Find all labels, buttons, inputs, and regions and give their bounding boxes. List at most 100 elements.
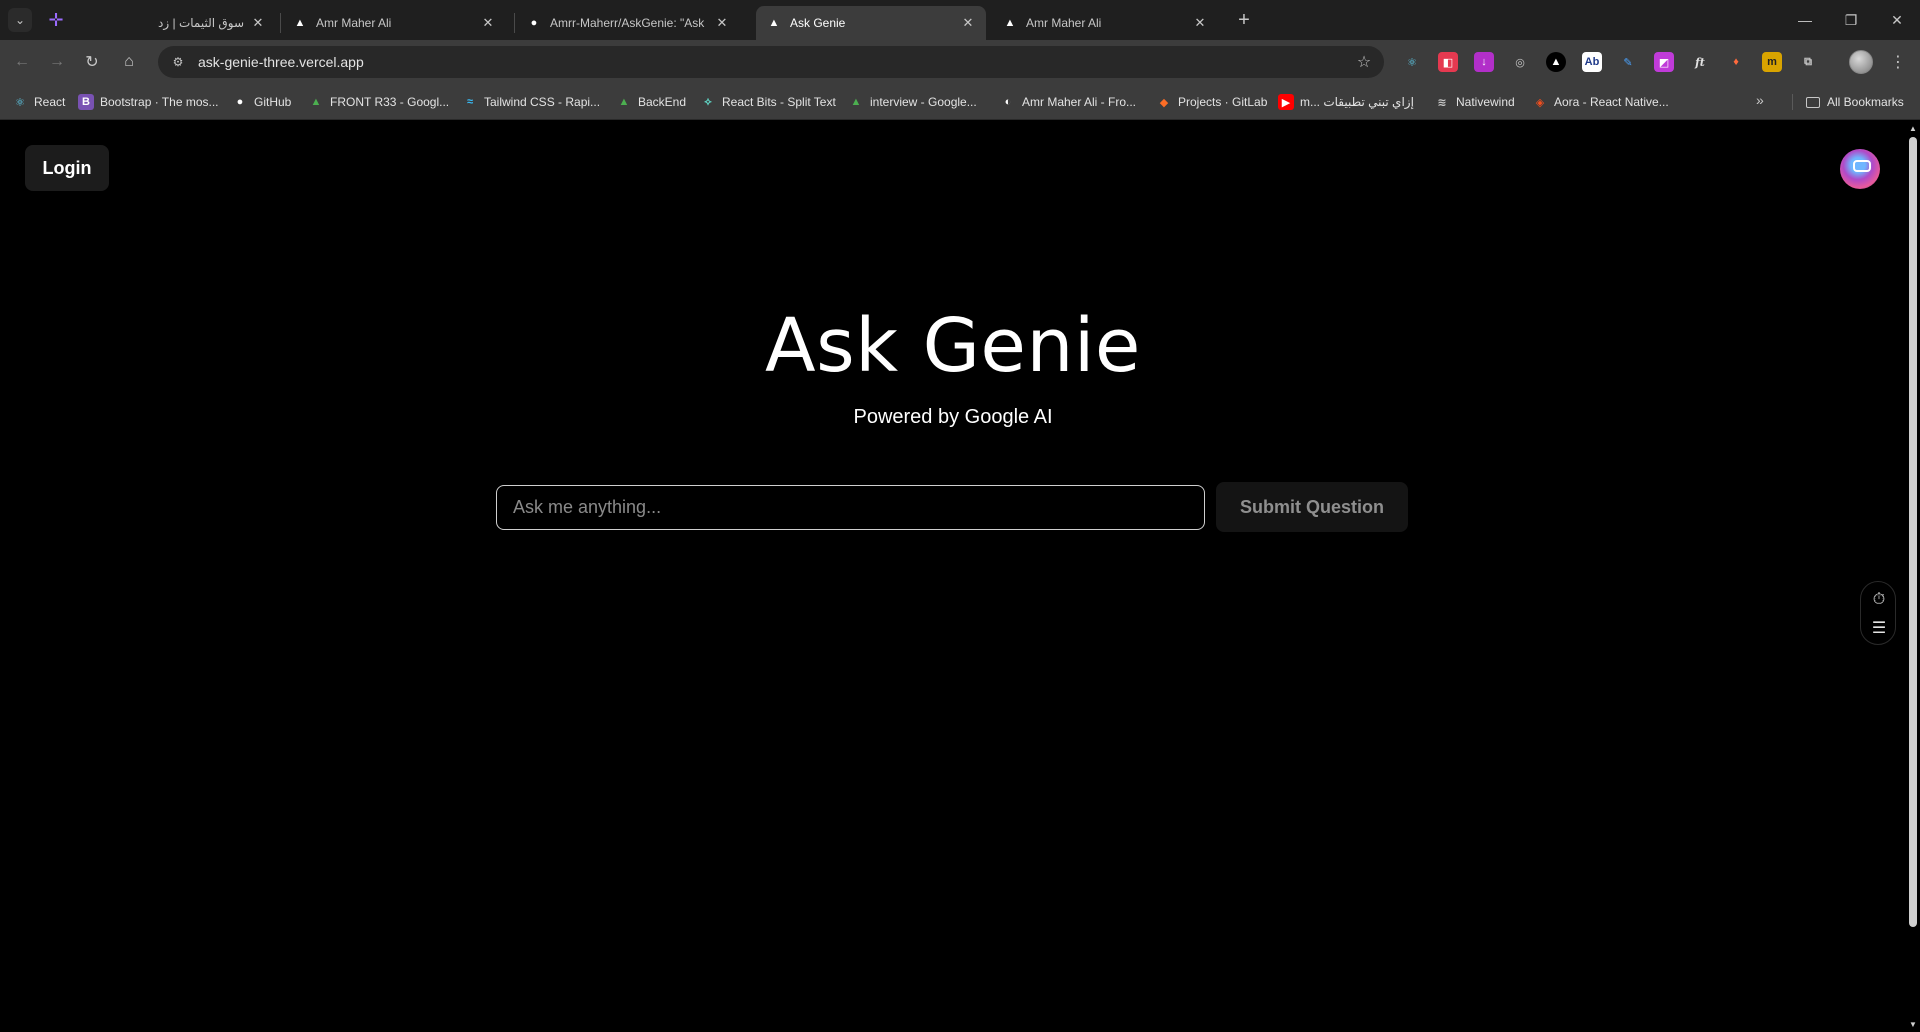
tab-5[interactable]: ▲ Amr Maher Ali ✕	[992, 6, 1218, 40]
arrow-right-icon: →	[49, 53, 65, 70]
page-scrollbar[interactable]: ▲ ▼	[1906, 121, 1920, 1032]
react-icon: ⚛	[15, 96, 25, 109]
extension-yellow-icon[interactable]: m	[1762, 52, 1782, 72]
bookmarks-divider	[1792, 94, 1793, 110]
bookmark-item[interactable]: ≈ Tailwind CSS - Rapi...	[462, 92, 600, 112]
bookmark-label: FRONT R33 - Googl...	[330, 95, 450, 109]
close-icon[interactable]: ✕	[1192, 15, 1208, 31]
chevron-double-right-icon[interactable]: »	[1756, 92, 1764, 108]
stopwatch-icon[interactable]: ⏱	[1861, 586, 1897, 614]
bookmark-label: Bootstrap · The mos...	[100, 95, 219, 109]
bookmark-star-icon[interactable]: ☆	[1350, 48, 1378, 76]
tab-title: Ask Genie	[790, 16, 846, 30]
bookmark-item[interactable]: ▲ FRONT R33 - Googl...	[308, 92, 450, 112]
extension-red-icon[interactable]: ◧	[1438, 52, 1458, 72]
page-content: Login Ask Genie Powered by Google AI Sub…	[0, 121, 1906, 1032]
google-drive-icon: ▲	[310, 96, 322, 108]
github-icon: ●	[530, 17, 538, 29]
restore-icon: ❐	[1844, 11, 1858, 28]
back-button[interactable]: ←	[8, 48, 36, 76]
bookmark-item[interactable]: ▲ BackEnd	[616, 92, 686, 112]
triangle-icon: ▲	[294, 17, 306, 29]
bookmark-label: BackEnd	[638, 95, 687, 109]
user-avatar[interactable]	[1840, 149, 1880, 189]
github-icon: ●	[236, 96, 244, 108]
figma-icon: ◈	[1535, 96, 1545, 109]
extension-orange-icon[interactable]: ♦	[1726, 52, 1746, 72]
bookmark-item[interactable]: ▶ m... إزاي تبني تطبيقات	[1278, 92, 1414, 112]
youtube-icon: ▶	[1278, 94, 1294, 110]
tab-title: Amrr-Maherr/AskGenie: "Ask G	[550, 16, 708, 30]
menu-icon[interactable]: ☰	[1861, 614, 1897, 642]
close-window-button[interactable]: ✕	[1874, 0, 1920, 40]
bookmark-item[interactable]: ⟡ React Bits - Split Text	[700, 92, 835, 112]
scroll-down-icon[interactable]: ▼	[1908, 1019, 1918, 1029]
font-icon[interactable]: ft	[1690, 52, 1710, 72]
restore-button[interactable]: ❐	[1828, 0, 1874, 40]
triangle-icon: ▲	[1004, 17, 1016, 29]
tab-2[interactable]: ▲ Amr Maher Ali ✕	[282, 6, 506, 40]
browser-toolbar: ← → ↻ ⌂ ⚙ ask-genie-three.vercel.app ☆ ⚛…	[0, 40, 1920, 84]
react-bits-icon: ⟡	[704, 95, 712, 108]
tab-4-active[interactable]: ▲ Ask Genie ✕	[756, 6, 986, 40]
bookmark-label: Nativewind	[1456, 95, 1515, 109]
pen-icon[interactable]: ✎	[1618, 52, 1638, 72]
new-tab-button[interactable]: +	[1232, 8, 1256, 32]
close-icon[interactable]: ✕	[480, 15, 496, 31]
address-bar[interactable]: ⚙ ask-genie-three.vercel.app ☆	[158, 46, 1384, 78]
target-icon[interactable]: ◎	[1510, 52, 1530, 72]
site-settings-icon[interactable]: ⚙	[166, 50, 190, 74]
reload-button[interactable]: ↻	[78, 48, 106, 76]
puzzle-icon[interactable]: ⧉	[1798, 52, 1818, 72]
all-bookmarks-button[interactable]: All Bookmarks	[1806, 92, 1904, 112]
scrollbar-thumb[interactable]	[1909, 137, 1917, 927]
login-button[interactable]: Login	[25, 145, 109, 191]
bookmark-label: GitHub	[254, 95, 292, 109]
close-icon[interactable]: ✕	[960, 15, 976, 31]
bookmark-item[interactable]: ◐ Amr Maher Ali - Fro...	[1000, 92, 1136, 112]
submit-question-button[interactable]: Submit Question	[1216, 482, 1408, 532]
bookmark-label: Tailwind CSS - Rapi...	[484, 95, 601, 109]
forward-button[interactable]: →	[43, 48, 71, 76]
tab-search-button[interactable]: ⌄	[8, 8, 32, 32]
question-input[interactable]	[496, 485, 1205, 530]
bookmark-item[interactable]: ▲ interview - Google...	[848, 92, 977, 112]
tab-title: Amr Maher Ali	[1026, 16, 1102, 30]
scroll-up-icon[interactable]: ▲	[1908, 123, 1918, 133]
floating-tools: ⏱ ☰	[1860, 581, 1896, 645]
bookmark-label: Projects · GitLab	[1178, 95, 1268, 109]
bookmark-label: Amr Maher Ali - Fro...	[1022, 95, 1137, 109]
bookmark-item[interactable]: B Bootstrap · The mos...	[78, 92, 219, 112]
triangle-icon: ▲	[768, 17, 780, 29]
menu-kebab-icon[interactable]: ⋮	[1888, 50, 1908, 74]
plus-icon: +	[1238, 8, 1250, 31]
bootstrap-icon: B	[78, 94, 94, 110]
reload-icon: ↻	[85, 54, 99, 71]
google-drive-icon: ▲	[618, 96, 630, 108]
download-icon[interactable]: ↓	[1474, 52, 1494, 72]
tailwind-icon: ≈	[466, 96, 474, 108]
close-icon[interactable]: ✕	[250, 15, 266, 31]
dictionary-icon[interactable]: Ab	[1582, 52, 1602, 72]
bookmark-item[interactable]: ≋ Nativewind	[1434, 92, 1515, 112]
tab-3[interactable]: ● Amrr-Maherr/AskGenie: "Ask G ✕	[516, 6, 740, 40]
react-devtools-icon[interactable]: ⚛	[1402, 52, 1422, 72]
chevron-down-icon: ⌄	[14, 13, 26, 27]
profile-avatar[interactable]	[1849, 50, 1873, 74]
triangle-icon[interactable]: ▲	[1546, 52, 1566, 72]
bookmark-item[interactable]: ◆ Projects · GitLab	[1156, 92, 1268, 112]
tab-1[interactable]: سوق الثيمات | زد ✕	[140, 6, 276, 40]
bookmark-item[interactable]: ⚛ React	[12, 92, 65, 112]
url-text[interactable]: ask-genie-three.vercel.app	[198, 54, 1350, 70]
bookmark-item[interactable]: ● GitHub	[232, 92, 292, 112]
tab-strip: ⌄ ✛ سوق الثيمات | زد ✕ ▲ Amr Maher Ali ✕…	[0, 0, 1920, 40]
minimize-icon: —	[1798, 12, 1812, 28]
extension-purple-icon[interactable]: ◩	[1654, 52, 1674, 72]
gitlab-icon: ◆	[1159, 96, 1169, 109]
close-icon[interactable]: ✕	[714, 15, 730, 31]
home-button[interactable]: ⌂	[115, 48, 143, 76]
sparkle-plus-icon[interactable]: ✛	[44, 8, 68, 32]
folder-icon	[1806, 96, 1820, 108]
bookmark-item[interactable]: ◈ Aora - React Native...	[1532, 92, 1669, 112]
minimize-button[interactable]: —	[1782, 0, 1828, 40]
